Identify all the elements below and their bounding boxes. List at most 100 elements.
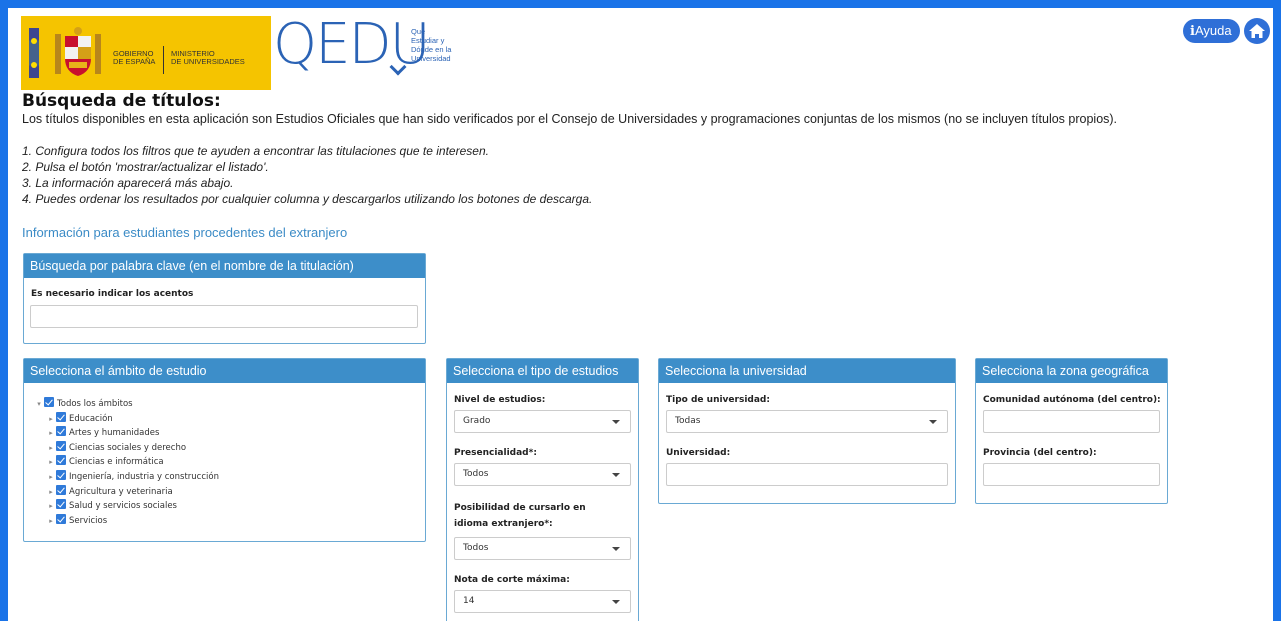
coat-of-arms-icon xyxy=(55,27,101,76)
checkbox-checked-icon[interactable] xyxy=(56,440,66,451)
study-type-panel: Selecciona el tipo de estudios Nivel de … xyxy=(446,358,639,621)
scope-tree: ▾ Todos los ámbitos ▸ Educación ▸ Artes y h… xyxy=(34,397,219,528)
panel-title: Búsqueda por palabra clave (en el nombre… xyxy=(24,254,425,278)
page-description: Los títulos disponibles en esta aplicaci… xyxy=(22,112,1118,126)
checkbox-checked-icon[interactable] xyxy=(56,426,66,437)
province-label: Provincia (del centro): xyxy=(983,448,1097,458)
help-label: Ayuda xyxy=(1194,23,1232,38)
university-type-label: Tipo de universidad: xyxy=(666,395,770,405)
tree-label: Salud y servicios sociales xyxy=(69,501,177,512)
tree-item[interactable]: ▸ Artes y humanidades xyxy=(34,426,219,441)
university-input[interactable] xyxy=(666,463,948,486)
community-input[interactable] xyxy=(983,410,1160,433)
select-value: 14 xyxy=(463,596,475,606)
ministry-line2: DE UNIVERSIDADES xyxy=(171,57,245,66)
instruction-step: 3. La información aparecerá más abajo. xyxy=(22,176,234,190)
expand-icon[interactable]: ▸ xyxy=(46,426,56,441)
ministry-text: MINISTERIO DE UNIVERSIDADES xyxy=(171,50,245,66)
home-button[interactable] xyxy=(1244,18,1270,44)
instruction-step: 4. Puedes ordenar los resultados por cua… xyxy=(22,192,593,206)
instructions: 1. Configura todos los filtros que te ay… xyxy=(22,143,592,207)
keyword-hint: Es necesario indicar los acentos xyxy=(31,289,194,299)
dropdown-caret-icon xyxy=(929,420,937,424)
tree-item[interactable]: ▸ Ciencias e informática xyxy=(34,455,219,470)
tree-label: Ciencias e informática xyxy=(69,457,164,468)
community-label: Comunidad autónoma (del centro): xyxy=(983,395,1161,405)
divider xyxy=(163,46,164,74)
select-value: Grado xyxy=(463,416,491,426)
tree-label: Ingeniería, industria y construcción xyxy=(69,471,219,482)
cutoff-grade-select[interactable]: 14 xyxy=(454,590,631,613)
instruction-step: 2. Pulsa el botón 'mostrar/actualizar el… xyxy=(22,160,269,174)
select-value: Todos xyxy=(463,469,489,479)
government-text: GOBIERNO DE ESPAÑA xyxy=(113,50,155,66)
home-icon xyxy=(1249,24,1265,38)
tree-label: Agricultura y veterinaria xyxy=(69,486,173,497)
qedu-tagline: Qué Estudiar y Dónde en la Universidad xyxy=(411,27,451,63)
government-logo: GOBIERNO DE ESPAÑA MINISTERIO DE UNIVERS… xyxy=(21,16,271,90)
instruction-step: 1. Configura todos los filtros que te ay… xyxy=(22,144,489,158)
presence-label: Presencialidad*: xyxy=(454,448,537,458)
university-panel: Selecciona la universidad Tipo de univer… xyxy=(658,358,956,504)
eu-flag-icon xyxy=(29,28,39,78)
dropdown-caret-icon xyxy=(612,600,620,604)
page-title: Búsqueda de títulos: xyxy=(22,91,221,111)
checkbox-checked-icon[interactable] xyxy=(56,455,66,466)
dropdown-caret-icon xyxy=(612,473,620,477)
language-label: Posibilidad de cursarlo en idioma extran… xyxy=(454,503,586,529)
checkbox-checked-icon[interactable] xyxy=(44,397,54,407)
checkbox-checked-icon[interactable] xyxy=(56,484,66,495)
tree-label: Educación xyxy=(69,413,113,424)
tree-item[interactable]: ▸ Ciencias sociales y derecho xyxy=(34,440,219,456)
dropdown-caret-icon xyxy=(612,420,620,424)
checkbox-checked-icon[interactable] xyxy=(56,499,66,510)
expand-icon[interactable]: ▸ xyxy=(46,441,56,456)
level-select[interactable]: Grado xyxy=(454,410,631,433)
page: GOBIERNO DE ESPAÑA MINISTERIO DE UNIVERS… xyxy=(8,8,1273,621)
expand-icon[interactable]: ▸ xyxy=(46,499,56,514)
tree-item[interactable]: ▸ Servicios xyxy=(34,513,219,529)
select-value: Todos xyxy=(463,543,489,553)
keyword-search-panel: Búsqueda por palabra clave (en el nombre… xyxy=(23,253,426,344)
tree-label: Artes y humanidades xyxy=(69,428,160,439)
expand-icon[interactable]: ▸ xyxy=(46,412,56,427)
geographic-zone-panel: Selecciona la zona geográfica Comunidad … xyxy=(975,358,1168,504)
language-select[interactable]: Todos xyxy=(454,537,631,560)
cutoff-grade-label: Nota de corte máxima: xyxy=(454,575,570,585)
province-input[interactable] xyxy=(983,463,1160,486)
tree-item[interactable]: ▸ Salud y servicios sociales xyxy=(34,499,219,514)
select-value: Todas xyxy=(675,416,701,426)
presence-select[interactable]: Todos xyxy=(454,463,631,486)
checkbox-checked-icon[interactable] xyxy=(56,469,66,480)
tree-label: Servicios xyxy=(69,515,108,526)
checkbox-checked-icon[interactable] xyxy=(56,513,66,524)
tree-label: Todos los ámbitos xyxy=(57,399,133,409)
expand-icon[interactable]: ▸ xyxy=(46,470,56,485)
help-button[interactable]: iAyuda xyxy=(1183,19,1240,43)
dropdown-caret-icon xyxy=(612,547,620,551)
university-type-select[interactable]: Todas xyxy=(666,410,948,433)
panel-title: Selecciona la zona geográfica xyxy=(976,359,1167,383)
expand-icon[interactable]: ▸ xyxy=(46,485,56,500)
tagline-line: Dónde en la xyxy=(411,45,452,54)
tree-root[interactable]: ▾ Todos los ámbitos xyxy=(34,397,219,412)
collapse-icon[interactable]: ▾ xyxy=(34,397,44,412)
foreign-students-link[interactable]: Información para estudiantes procedentes… xyxy=(22,225,347,240)
panel-title: Selecciona el tipo de estudios xyxy=(447,359,638,383)
panel-title: Selecciona la universidad xyxy=(659,359,955,383)
panel-title: Selecciona el ámbito de estudio xyxy=(24,359,425,383)
study-scope-panel: Selecciona el ámbito de estudio ▾ Todos l… xyxy=(23,358,426,542)
expand-icon[interactable]: ▸ xyxy=(46,455,56,470)
tree-item[interactable]: ▸ Agricultura y veterinaria xyxy=(34,484,219,500)
tree-label: Ciencias sociales y derecho xyxy=(69,442,187,453)
checkbox-checked-icon[interactable] xyxy=(56,411,66,422)
tree-item[interactable]: ▸ Ingeniería, industria y construcción xyxy=(34,469,219,485)
expand-icon[interactable]: ▸ xyxy=(46,514,56,529)
tagline-line: Qué xyxy=(411,27,426,36)
level-label: Nivel de estudios: xyxy=(454,395,546,405)
keyword-input[interactable] xyxy=(30,305,418,328)
tree-item[interactable]: ▸ Educación xyxy=(34,411,219,427)
university-label: Universidad: xyxy=(666,448,731,458)
tagline-line: Universidad xyxy=(411,54,451,63)
tagline-line: Estudiar y xyxy=(411,36,445,45)
